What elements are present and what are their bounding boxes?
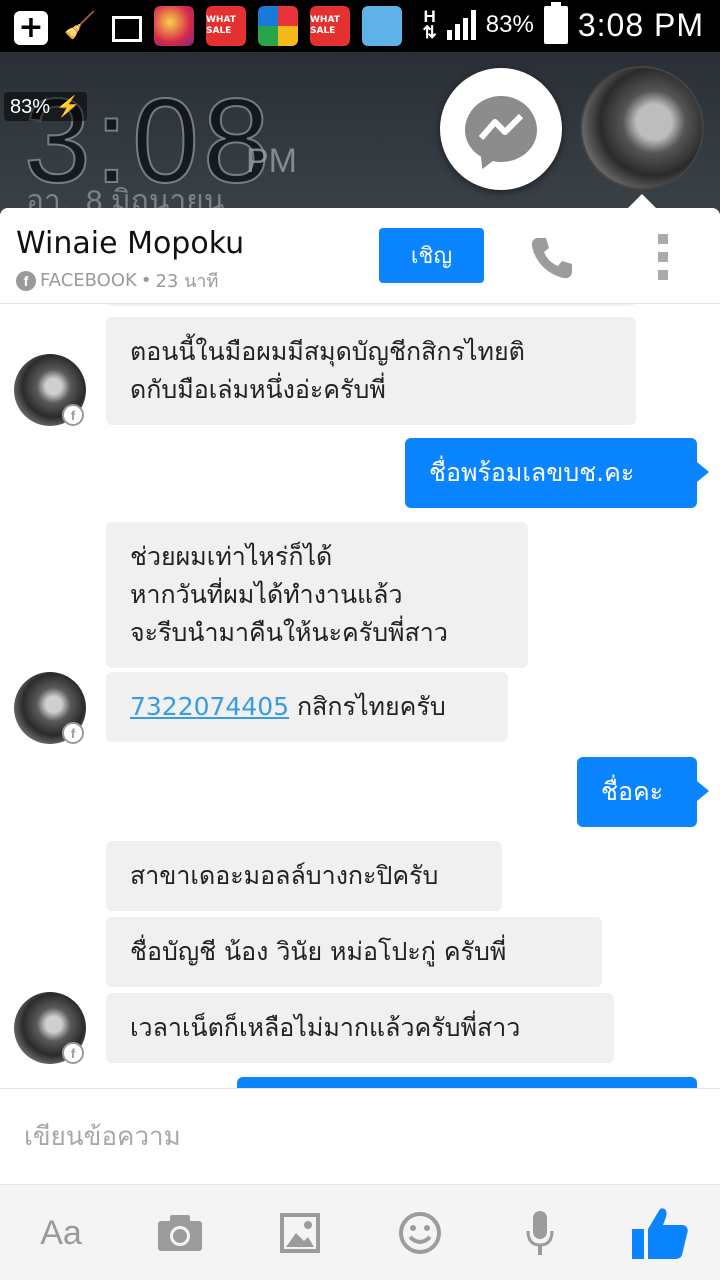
message-bubble: เวลาเน็ตก็เหลือไม่มากแล้วครับพี่สาว [106, 993, 614, 1063]
like-thumb-icon[interactable] [630, 1203, 690, 1263]
image-icon [112, 16, 142, 42]
sale-label-2: WHAT SALE [310, 15, 340, 36]
composer [0, 1088, 720, 1185]
message-input[interactable] [0, 1089, 720, 1185]
message-bubble: สาขาเดอะมอลล์บางกะปิครับ [106, 841, 502, 911]
message-text: สาขาเดอะมอลล์บางกะปิครับ [130, 861, 439, 890]
message-text: ชื่อคะ [601, 777, 664, 806]
facebook-badge-icon: f [62, 722, 84, 744]
facebook-icon: f [16, 270, 36, 291]
facebook-badge-icon: f [62, 1042, 84, 1064]
message-text: ตอนนี้ในมือผมมีสมุดบัญชีกสิกรไทยติ [130, 337, 525, 366]
message-text: ช่วยผมเท่าไหร่ก็ได้ [130, 542, 333, 571]
message-text: เวลาเน็ตก็เหลือไม่มากแล้วครับพี่สาว [130, 1013, 521, 1042]
lockscreen-ampm: PM [246, 142, 297, 180]
message-bubble: ตอนนี้ในมือผมมีสมุดบัญชีกสิกรไทยติ ดกับม… [106, 317, 636, 425]
status-bar: + 🧹 WHAT SALE WHAT SALE H ⇅ 83% 3:08 PM [0, 0, 720, 52]
chat-header: Winaie Mopoku f FACEBOOK • 23 นาที เชิญ [0, 208, 720, 304]
account-number-link[interactable]: 7322074405 [130, 692, 289, 721]
chat-panel: Winaie Mopoku f FACEBOOK • 23 นาที เชิญ … [0, 208, 720, 1280]
separator: • [140, 270, 152, 291]
lockscreen-battery: 83% ⚡ [4, 92, 87, 121]
camera-icon[interactable] [156, 1203, 204, 1263]
message-bubble: 7322074405 กสิกรไทยครับ [106, 672, 508, 742]
message-bubble: ชื่อบัญชี น้อง วินัย หม่อโปะกู่ ครับพี่ [106, 917, 602, 987]
emoji-icon[interactable] [398, 1203, 442, 1263]
gift-icon [362, 6, 402, 46]
notification-icons: + 🧹 WHAT SALE WHAT SALE [14, 6, 402, 46]
signal-icon [446, 10, 476, 40]
messenger-icon [465, 96, 537, 162]
time-ago: 23 นาที [155, 271, 219, 292]
message-bubble-partial [237, 1077, 697, 1088]
messenger-chathead[interactable] [440, 68, 562, 190]
status-time: 3:08 PM [577, 6, 704, 43]
invite-button[interactable]: เชิญ [379, 228, 484, 283]
photo-icon[interactable] [280, 1203, 320, 1263]
message-list[interactable]: ตอนนี้ในมือผมมีสมุดบัญชีกสิกรไทยติ ดกับม… [0, 304, 720, 1088]
message-text: ชื่อบัญชี น้อง วินัย หม่อโปะกู่ ครับพี่ [130, 937, 507, 966]
contact-name: Winaie Mopoku [16, 226, 245, 261]
source-label: FACEBOOK [40, 270, 137, 291]
contact-chathead[interactable] [580, 66, 704, 190]
message-bubble: ชื่อพร้อมเลขบช.คะ [405, 438, 709, 508]
facebook-badge-icon: f [62, 404, 84, 426]
message-text: ชื่อพร้อมเลขบช.คะ [429, 458, 635, 487]
candy-crush-icon [154, 6, 194, 46]
composer-toolbar: Aa [0, 1184, 720, 1280]
more-options-icon[interactable] [654, 234, 672, 280]
network-type: H ⇅ [422, 7, 437, 42]
message-bubble [106, 304, 636, 306]
contact-subtitle: f FACEBOOK • 23 นาที [16, 266, 218, 295]
message-text: จะรีบนำมาคืนให้นะครับพี่สาว [130, 618, 448, 647]
battery-percent: 83% [485, 11, 534, 38]
message-text: หากวันที่ผมได้ทำงานแล้ว [130, 580, 403, 609]
status-indicators: H ⇅ 83% 3:08 PM [422, 2, 704, 44]
message-text: ดกับมือเล่มหนึ่งอ่ะครับพี่ [130, 375, 386, 404]
text-format-button[interactable]: Aa [36, 1203, 86, 1263]
sale-label: WHAT SALE [206, 15, 236, 36]
message-text: กสิกรไทยครับ [289, 692, 446, 721]
message-bubble: ช่วยผมเท่าไหร่ก็ได้ หากวันที่ผมได้ทำงานแ… [106, 522, 528, 668]
microphone-icon[interactable] [524, 1203, 556, 1263]
message-bubble: ชื่อคะ [577, 757, 709, 827]
phone-icon[interactable] [528, 234, 576, 282]
cleaner-icon: 🧹 [63, 11, 97, 41]
battery-icon [543, 2, 568, 44]
avg-icon [258, 6, 298, 46]
sale-app-icon-2: WHAT SALE [310, 6, 350, 46]
chathead-pointer [628, 194, 656, 208]
sale-app-icon: WHAT SALE [206, 6, 246, 46]
add-icon: + [14, 11, 48, 45]
